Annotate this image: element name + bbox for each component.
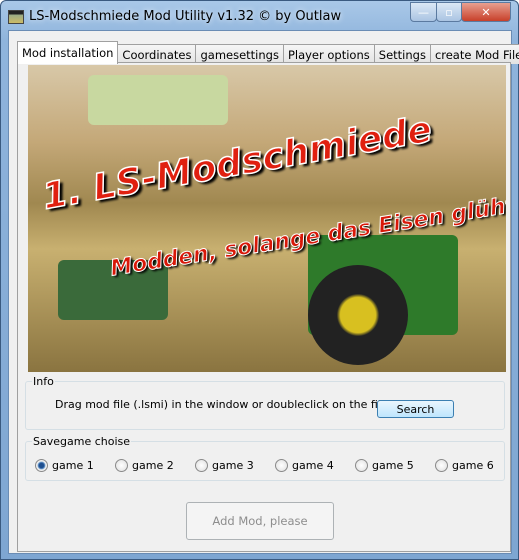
radio-label: game 1: [52, 459, 94, 472]
tab-gamesettings[interactable]: gamesettings: [195, 44, 284, 64]
radio-label: game 4: [292, 459, 334, 472]
radio-label: game 5: [372, 459, 414, 472]
radio-label: game 2: [132, 459, 174, 472]
app-window: LS-Modschmiede Mod Utility v1.32 © by Ou…: [0, 0, 519, 560]
banner-title: 1. LS-Modschmiede: [39, 108, 436, 218]
info-legend: Info: [33, 375, 54, 388]
radio-unchecked-icon: [355, 459, 368, 472]
radio-game-3[interactable]: game 3: [195, 459, 254, 472]
add-mod-button[interactable]: Add Mod, please: [186, 502, 334, 540]
radio-unchecked-icon: [435, 459, 448, 472]
tab-settings[interactable]: Settings: [373, 44, 431, 64]
harvester-graphic: [88, 75, 228, 125]
tractor-wheel: [308, 265, 408, 365]
tab-coordinates[interactable]: Coordinates: [117, 44, 197, 64]
client-area: Mod installation Coordinates gamesetting…: [8, 30, 519, 554]
minimize-button[interactable]: —: [410, 2, 437, 22]
radio-label: game 6: [452, 459, 494, 472]
radio-unchecked-icon: [275, 459, 288, 472]
tab-mod-installation[interactable]: Mod installation: [17, 41, 119, 64]
radio-game-6[interactable]: game 6: [435, 459, 494, 472]
close-button[interactable]: ✕: [461, 2, 511, 22]
radio-game-5[interactable]: game 5: [355, 459, 414, 472]
radio-unchecked-icon: [115, 459, 128, 472]
info-text: Drag mod file (.lsmi) in the window or d…: [55, 398, 388, 411]
search-button[interactable]: Search: [377, 400, 454, 418]
window-title: LS-Modschmiede Mod Utility v1.32 © by Ou…: [29, 9, 342, 24]
app-icon: [8, 10, 24, 24]
radio-game-4[interactable]: game 4: [275, 459, 334, 472]
maximize-button[interactable]: ▫: [436, 2, 462, 22]
radio-label: game 3: [212, 459, 254, 472]
tab-strip: Mod installation Coordinates gamesetting…: [17, 41, 519, 64]
radio-game-1[interactable]: game 1: [35, 459, 94, 472]
savegame-radio-group: game 1 game 2 game 3 game 4 game 5 game …: [18, 437, 512, 481]
radio-unchecked-icon: [195, 459, 208, 472]
tab-page-mod-installation: 1. LS-Modschmiede Modden, solange das Ei…: [17, 62, 511, 552]
banner-image: 1. LS-Modschmiede Modden, solange das Ei…: [28, 65, 506, 372]
tab-player-options[interactable]: Player options: [282, 44, 375, 64]
tab-create-mod-file[interactable]: create Mod File: [429, 44, 519, 64]
radio-game-2[interactable]: game 2: [115, 459, 174, 472]
radio-checked-icon: [35, 459, 48, 472]
